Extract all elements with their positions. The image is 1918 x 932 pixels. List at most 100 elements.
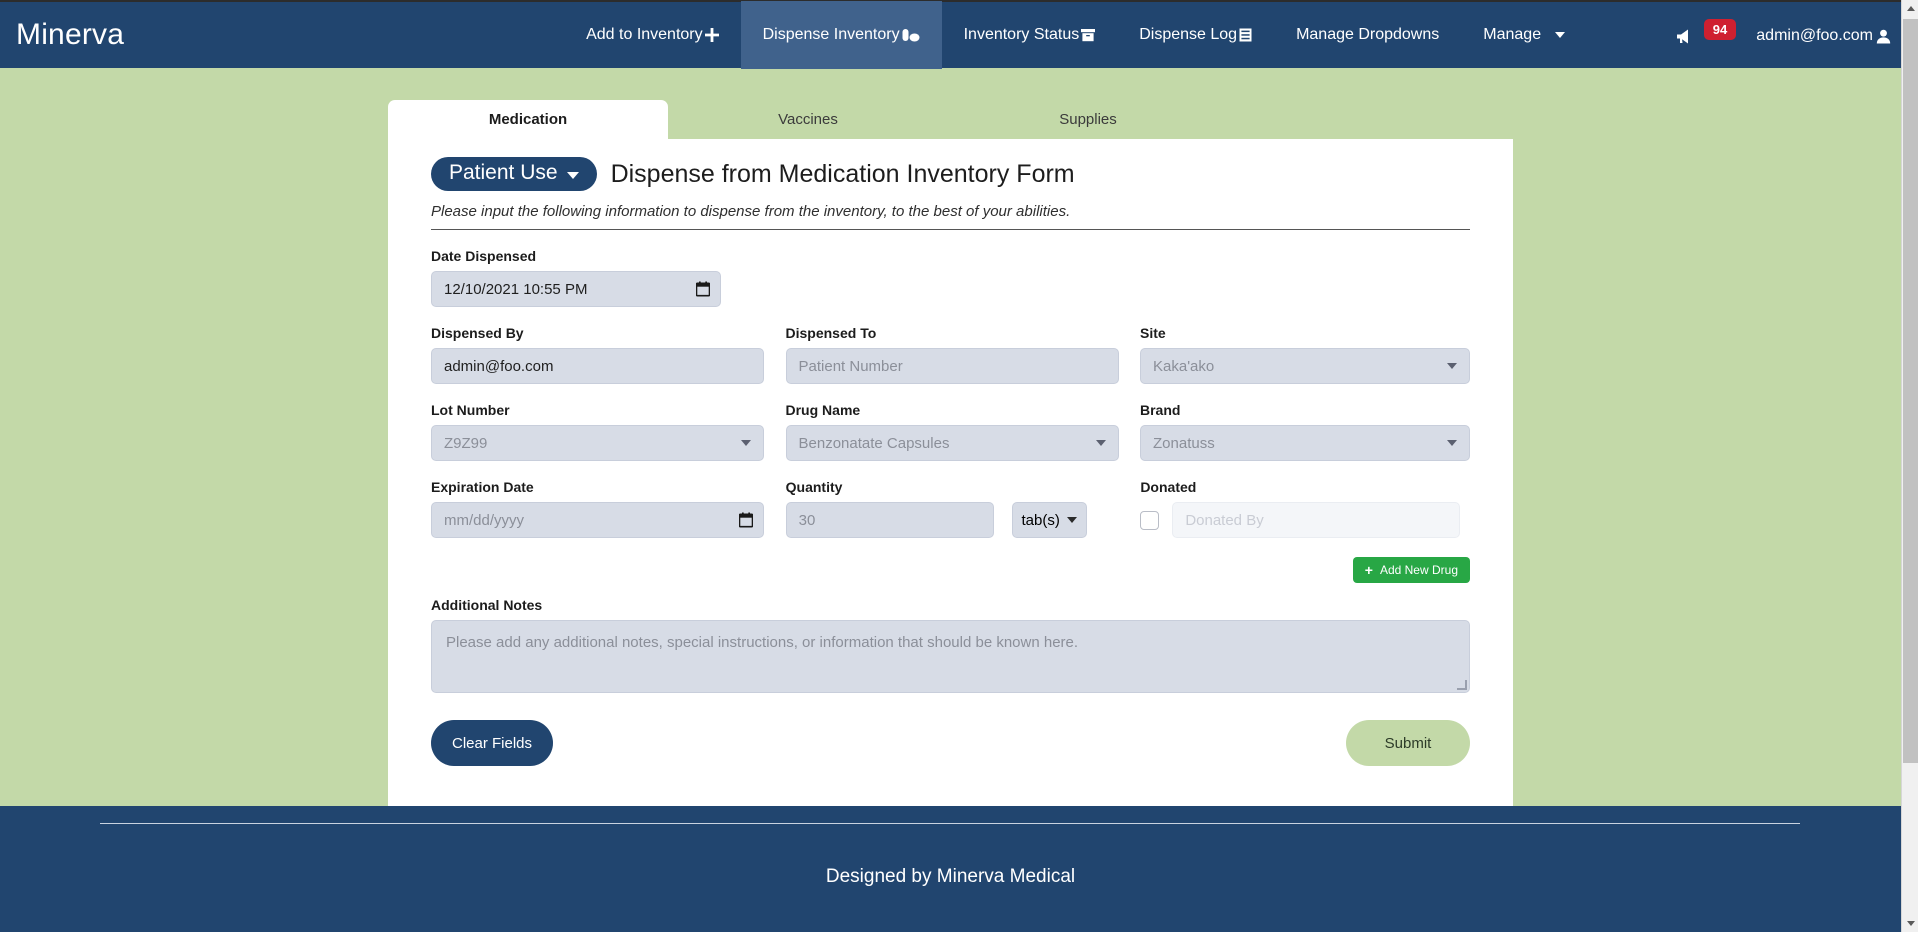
nav-label-manage-dropdowns: Manage Dropdowns [1296, 26, 1440, 43]
dispensed-by-input[interactable]: admin@foo.com [431, 348, 764, 384]
drug-name-select[interactable]: Benzonatate Capsules [785, 425, 1119, 461]
date-dispensed-value: 12/10/2021 10:55 PM [444, 280, 588, 298]
nav-item-dispense-inventory[interactable]: Dispense Inventory [740, 1, 942, 69]
form-header: Patient Use Dispense from Medication Inv… [431, 157, 1470, 191]
plus-icon [704, 28, 719, 42]
scroll-down-arrow-icon[interactable] [1902, 915, 1918, 932]
date-dispensed-input[interactable]: 12/10/2021 10:55 PM [431, 271, 721, 307]
quantity-placeholder: 30 [798, 511, 816, 529]
unit-value: tab(s) [1021, 511, 1060, 529]
tab-vaccines[interactable]: Vaccines [668, 100, 948, 139]
lot-number-select[interactable]: Z9Z99 [431, 425, 764, 461]
lot-number-placeholder: Z9Z99 [444, 434, 488, 452]
field-quantity: Quantity 30 tab(s) [785, 479, 1141, 538]
user-email-label[interactable]: admin@foo.com [1756, 27, 1873, 45]
clear-fields-button[interactable]: Clear Fields [431, 720, 553, 766]
footer-divider [100, 823, 1800, 824]
field-donated: Donated Donated By [1140, 479, 1470, 538]
add-new-drug-button[interactable]: + Add New Drug [1352, 557, 1470, 583]
box-icon [1081, 28, 1096, 42]
calendar-icon[interactable] [696, 281, 710, 297]
form-subtitle: Please input the following information t… [431, 203, 1470, 230]
label-donated: Donated [1140, 479, 1197, 495]
nav-label-inventory-status: Inventory Status [963, 26, 1080, 43]
nav-item-inventory-status[interactable]: Inventory Status [942, 1, 1118, 69]
expiration-date-input[interactable]: mm/dd/yyyy [431, 502, 764, 538]
vertical-scrollbar[interactable] [1901, 0, 1918, 932]
field-dispensed-by: Dispensed By admin@foo.com [431, 325, 786, 384]
field-drug-name: Drug Name Benzonatate Capsules [785, 402, 1141, 461]
site-placeholder: Kaka'ako [1153, 357, 1215, 375]
page-title: Dispense from Medication Inventory Form [610, 159, 1075, 188]
announcement-badge[interactable]: 94 [1703, 18, 1737, 40]
field-brand: Brand Zonatuss [1140, 402, 1470, 461]
donated-by-input[interactable]: Donated By [1172, 502, 1461, 538]
chevron-down-icon [1066, 517, 1077, 523]
brand-logo[interactable]: Minerva [16, 18, 124, 52]
expiration-date-placeholder: mm/dd/yyyy [444, 511, 525, 529]
label-dispensed-to: Dispensed To [785, 325, 877, 341]
field-dispensed-to: Dispensed To Patient Number [785, 325, 1141, 384]
nav-label-add-to-inventory: Add to Inventory [586, 26, 703, 43]
form-type-tabs: Medication Vaccines Supplies [388, 100, 1513, 139]
unit-select[interactable]: tab(s) [1011, 502, 1087, 538]
form-actions: Clear Fields Submit [431, 720, 1470, 766]
resize-handle-icon[interactable] [1457, 680, 1467, 690]
chevron-down-icon [1095, 440, 1106, 446]
brand-select[interactable]: Zonatuss [1140, 425, 1470, 461]
field-site: Site Kaka'ako [1140, 325, 1470, 384]
label-lot-number: Lot Number [431, 402, 510, 418]
add-new-drug-label: Add New Drug [1379, 563, 1458, 577]
nav-items: Add to Inventory Dispense Inventory Inve… [564, 1, 1587, 69]
label-expiration-date: Expiration Date [431, 479, 534, 495]
plus-icon: + [1364, 562, 1373, 578]
nav-item-manage[interactable]: Manage [1461, 1, 1587, 69]
scrollbar-thumb[interactable] [1903, 19, 1918, 763]
site-select[interactable]: Kaka'ako [1140, 348, 1470, 384]
label-brand: Brand [1140, 402, 1181, 418]
nav-item-dispense-log[interactable]: Dispense Log [1117, 1, 1274, 69]
patient-use-label: Patient Use [449, 161, 558, 184]
label-date-dispensed: Date Dispensed [431, 248, 537, 264]
label-dispensed-by: Dispensed By [431, 325, 524, 341]
page-footer: Designed by Minerva Medical [0, 806, 1901, 932]
form-row-dispensed: Dispensed By admin@foo.com Dispensed To … [431, 325, 1470, 384]
footer-text: Designed by Minerva Medical [825, 866, 1076, 887]
nav-item-add-to-inventory[interactable]: Add to Inventory [564, 1, 741, 69]
drug-name-placeholder: Benzonatate Capsules [798, 434, 950, 452]
label-site: Site [1140, 325, 1166, 341]
field-expiration-date: Expiration Date mm/dd/yyyy [431, 479, 786, 538]
brand-placeholder: Zonatuss [1153, 434, 1215, 452]
donated-by-placeholder: Donated By [1185, 511, 1264, 529]
chevron-down-icon [1447, 440, 1457, 446]
label-additional-notes: Additional Notes [431, 597, 543, 613]
nav-item-manage-dropdowns[interactable]: Manage Dropdowns [1274, 1, 1461, 69]
nav-label-dispense-inventory: Dispense Inventory [762, 26, 900, 43]
dispensed-to-input[interactable]: Patient Number [785, 348, 1119, 384]
patient-use-dropdown[interactable]: Patient Use [431, 157, 597, 191]
tab-label-supplies: Supplies [1059, 111, 1117, 128]
additional-notes-textarea[interactable]: Please add any additional notes, special… [431, 620, 1470, 693]
quantity-input[interactable]: 30 [785, 502, 994, 538]
browser-viewport: Minerva Add to Inventory Dispense Invent… [0, 0, 1918, 932]
tab-medication[interactable]: Medication [388, 100, 668, 139]
chevron-down-icon [1447, 363, 1457, 369]
nav-label-dispense-log: Dispense Log [1139, 26, 1238, 43]
submit-button[interactable]: Submit [1346, 720, 1470, 766]
chevron-down-icon [1555, 32, 1566, 38]
calendar-icon[interactable] [739, 512, 753, 528]
navbar-right: 94 admin@foo.com [1676, 2, 1891, 70]
form-row-quantity: Expiration Date mm/dd/yyyy Quantity 30 t… [431, 479, 1470, 538]
donated-checkbox[interactable] [1140, 510, 1160, 530]
tab-supplies[interactable]: Supplies [948, 100, 1228, 139]
megaphone-icon[interactable] [1676, 27, 1698, 45]
form-row-drug: Lot Number Z9Z99 Drug Name Benzonatate C… [431, 402, 1470, 461]
scroll-up-arrow-icon[interactable] [1902, 0, 1918, 17]
additional-notes-placeholder: Please add any additional notes, special… [446, 634, 1079, 651]
pill-capsule-icon [902, 28, 920, 42]
field-date-dispensed: Date Dispensed 12/10/2021 10:55 PM [431, 248, 786, 307]
user-icon[interactable] [1876, 29, 1891, 44]
field-lot-number: Lot Number Z9Z99 [431, 402, 786, 461]
tab-label-vaccines: Vaccines [778, 111, 838, 128]
chevron-down-icon [741, 440, 751, 446]
